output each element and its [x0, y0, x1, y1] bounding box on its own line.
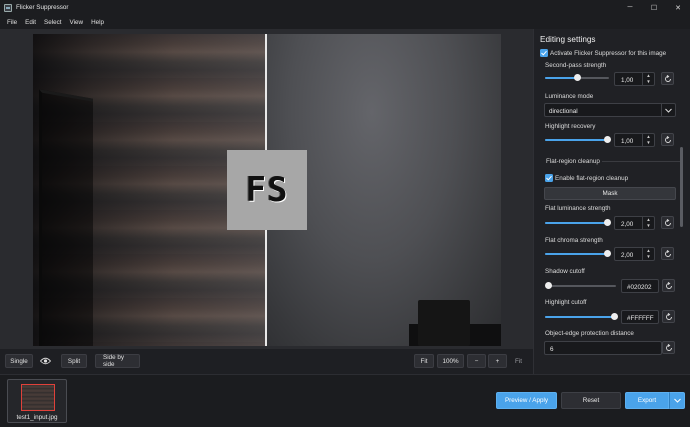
flat-chroma-spinbox[interactable]: 2,00 ▲ ▼ [614, 247, 655, 261]
reset-icon [664, 74, 671, 82]
maximize-button[interactable]: ☐ [642, 0, 666, 15]
highlight-cutoff-slider[interactable] [545, 313, 618, 320]
activate-checkbox[interactable] [540, 49, 548, 57]
window-title: Flicker Suppressor [16, 4, 69, 11]
panel-scrollbar[interactable] [679, 32, 685, 372]
flat-luminance-slider[interactable] [545, 219, 612, 226]
door-frame [39, 89, 93, 346]
menu-edit[interactable]: Edit [21, 19, 40, 26]
reset-icon [664, 249, 671, 257]
split-view-button[interactable]: Split [61, 354, 87, 368]
chevron-down-icon [661, 104, 675, 116]
bottom-bar: test1_input.jpg Preview / Apply Reset Ex… [0, 374, 690, 427]
shadow-cutoff-slider[interactable] [544, 282, 616, 289]
highlight-recovery-label: Highlight recovery [545, 123, 596, 130]
flat-chroma-slider[interactable] [545, 250, 612, 257]
menu-bar: File Edit Select View Help [0, 15, 690, 29]
menu-file[interactable]: File [3, 19, 21, 26]
zoom-level[interactable]: 100% [437, 354, 464, 368]
title-bar: Flicker Suppressor ─ ☐ ✕ [0, 0, 690, 15]
highlight-recovery-spinbox[interactable]: 1,00 ▲ ▼ [614, 133, 655, 147]
reset-icon [664, 135, 671, 143]
image-viewer[interactable]: FS [0, 29, 533, 349]
luminance-mode-select[interactable]: directional [544, 103, 676, 117]
editing-settings-panel: Editing settings Activate Flicker Suppre… [533, 29, 690, 374]
fs-watermark-logo: FS [227, 150, 307, 230]
flat-region-section-title: Flat-region cleanup [546, 158, 600, 165]
edge-protection-input[interactable]: 6 [544, 341, 662, 355]
luminance-mode-label: Luminance mode [545, 93, 594, 100]
mask-button[interactable]: Mask [544, 187, 676, 200]
close-button[interactable]: ✕ [666, 0, 690, 15]
reset-button[interactable]: Reset [561, 392, 621, 409]
highlight-recovery-slider[interactable] [545, 136, 612, 143]
dark-object [418, 300, 470, 346]
shadow-cutoff-label: Shadow cutoff [545, 268, 585, 275]
shadow-cutoff-color-field[interactable]: #020202 [621, 279, 659, 293]
second-pass-label: Second-pass strength [545, 62, 607, 69]
shadow-cutoff-reset-button[interactable] [662, 279, 675, 292]
second-pass-reset-button[interactable] [661, 72, 674, 85]
side-by-side-button[interactable]: Side by side [95, 354, 140, 368]
zoom-out-button[interactable]: − [467, 354, 486, 368]
export-button[interactable]: Export [625, 392, 669, 409]
export-dropdown-button[interactable] [669, 392, 685, 409]
reset-icon [665, 281, 672, 289]
second-pass-spinbox[interactable]: 1,00 ▲ ▼ [614, 72, 655, 86]
reset-icon [665, 312, 672, 320]
preview-apply-button[interactable]: Preview / Apply [496, 392, 557, 409]
flat-luminance-reset-button[interactable] [661, 216, 674, 229]
flat-luminance-label: Flat luminance strength [545, 205, 611, 212]
edge-protection-label: Object-edge protection distance [545, 330, 634, 337]
zoom-in-button[interactable]: + [488, 354, 507, 368]
app-icon [4, 3, 12, 12]
highlight-cutoff-reset-button[interactable] [662, 310, 675, 323]
chevron-down-icon [673, 398, 681, 403]
enable-flat-region-checkbox[interactable] [545, 174, 553, 182]
enable-flat-region-label: Enable flat-region cleanup [555, 175, 629, 182]
reset-icon [664, 218, 671, 226]
fit-label: Fit [515, 358, 522, 365]
flat-chroma-reset-button[interactable] [661, 247, 674, 260]
menu-select[interactable]: Select [40, 19, 66, 26]
eye-icon[interactable] [39, 355, 51, 367]
activate-label: Activate Flicker Suppressor for this ima… [550, 50, 667, 57]
highlight-cutoff-label: Highlight cutoff [545, 299, 587, 306]
highlight-recovery-reset-button[interactable] [661, 133, 674, 146]
second-pass-slider[interactable] [545, 74, 609, 81]
highlight-cutoff-color-field[interactable]: #FFFFFF [621, 310, 659, 324]
scrollbar-thumb[interactable] [680, 147, 683, 227]
flat-chroma-label: Flat chroma strength [545, 237, 603, 244]
flat-luminance-spinbox[interactable]: 2,00 ▲ ▼ [614, 216, 655, 230]
view-toolbar: Single Split Side by side Fit 100% − + F… [0, 349, 533, 374]
single-view-button[interactable]: Single [5, 354, 33, 368]
thumbnail-image [21, 384, 55, 411]
minimize-button[interactable]: ─ [618, 0, 642, 15]
thumbnail-filename: test1_input.jpg [16, 414, 58, 421]
fit-button[interactable]: Fit [414, 354, 434, 368]
edge-protection-reset-button[interactable] [662, 341, 675, 354]
thumbnail-card[interactable]: test1_input.jpg [7, 379, 67, 423]
panel-title: Editing settings [540, 35, 596, 44]
menu-view[interactable]: View [66, 19, 88, 26]
preview-image[interactable]: FS [33, 34, 501, 346]
reset-icon [665, 343, 672, 351]
menu-help[interactable]: Help [87, 19, 108, 26]
